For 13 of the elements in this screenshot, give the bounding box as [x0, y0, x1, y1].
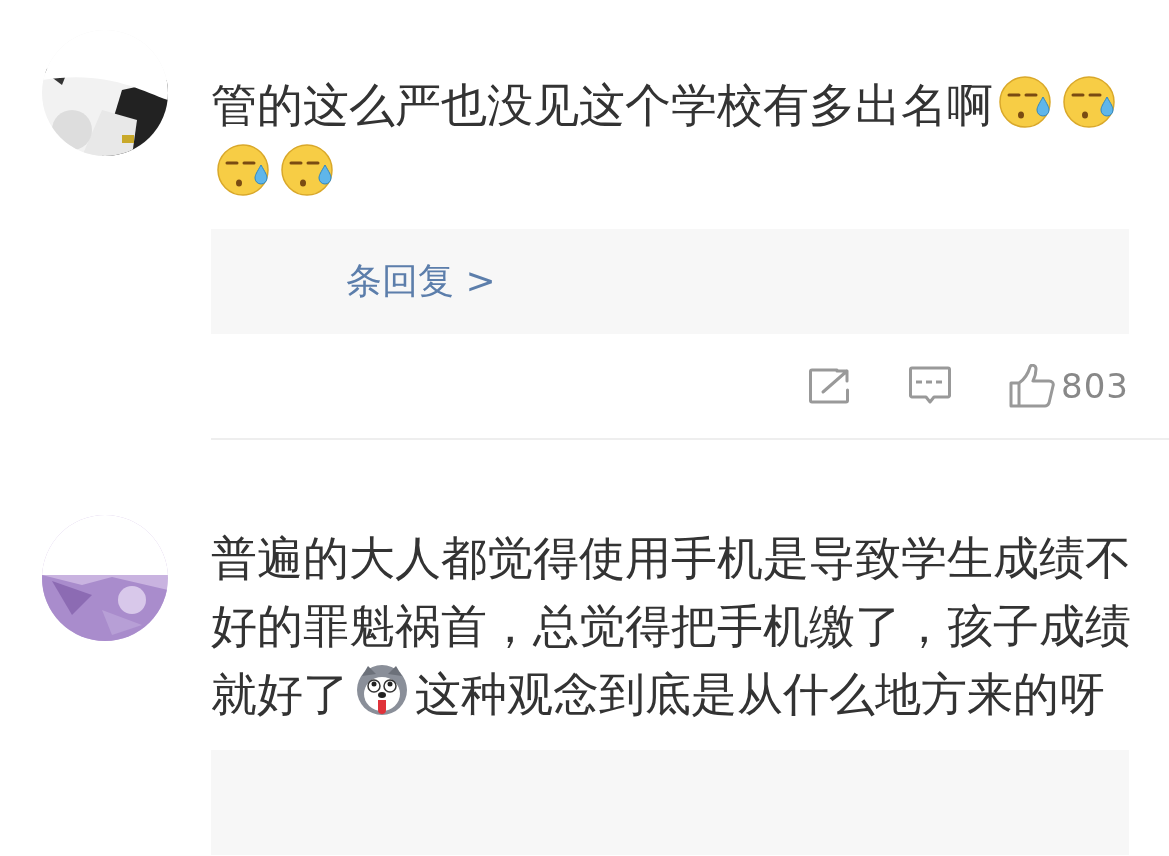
sweat-face-icon — [998, 75, 1052, 129]
comment-text: 普遍的大人都觉得使用手机是导致学生成绩不好的罪魁祸首，总觉得把手机缴了，孩子成绩就好了 这种观念到底是从什么地方来的呀 — [211, 530, 1132, 723]
sweat-face-icon — [280, 143, 334, 197]
sweat-face-icon — [1062, 75, 1116, 129]
comment-text: 管的这么严也没见这个学校有多出名啊 — [211, 71, 1136, 207]
comment-icon[interactable] — [909, 366, 952, 406]
thumbs-up-icon — [1009, 364, 1058, 408]
replies-panel[interactable]: 条回复 > — [211, 229, 1129, 334]
like-button[interactable]: 803 — [1009, 364, 1129, 408]
share-icon[interactable] — [809, 368, 852, 404]
dog-face-icon — [354, 662, 410, 718]
replies-link[interactable]: 条回复 > — [346, 257, 496, 306]
sweat-face-icon — [216, 143, 270, 197]
